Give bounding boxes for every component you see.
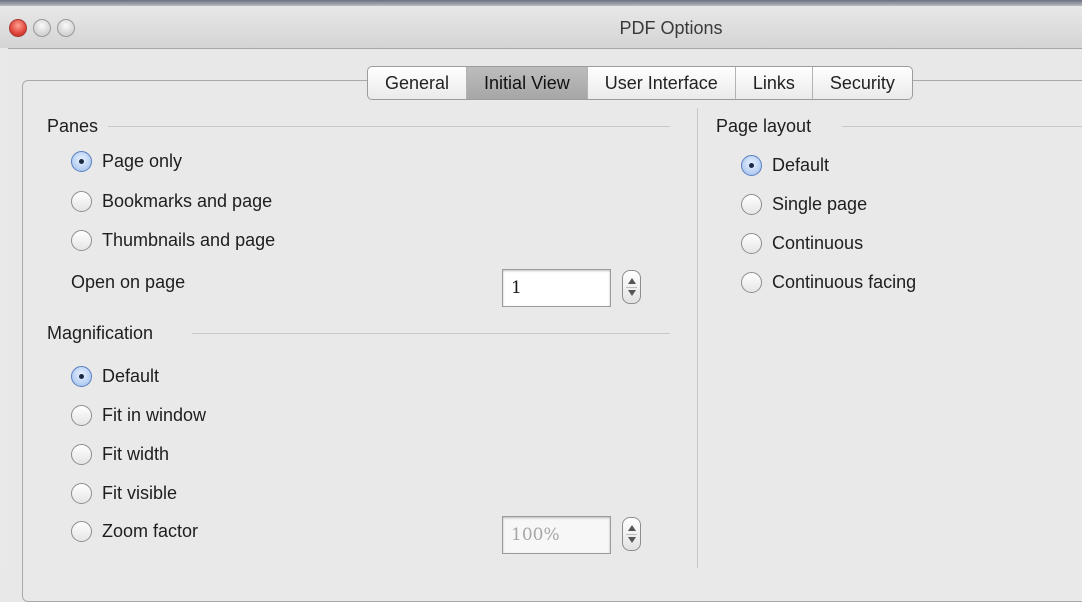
radio-unselected-icon (71, 444, 92, 465)
open-on-page-label: Open on page (71, 272, 186, 292)
radio-label: Zoom factor (102, 521, 199, 541)
radio-unselected-icon (71, 405, 92, 426)
magnification-group-label: Magnification (47, 323, 154, 343)
radio-fit-width[interactable]: Fit width (71, 444, 169, 465)
radio-unselected-icon (71, 483, 92, 504)
radio-label: Default (772, 155, 830, 175)
radio-label: Continuous facing (772, 272, 917, 292)
column-divider (697, 108, 698, 568)
radio-thumbnails-and-page[interactable]: Thumbnails and page (71, 230, 275, 251)
radio-label: Single page (772, 194, 868, 214)
radio-label: Fit width (102, 444, 170, 464)
page-layout-group-label: Page layout (716, 116, 812, 136)
tab-links[interactable]: Links (736, 67, 813, 99)
radio-unselected-icon (71, 230, 92, 251)
stepper-up-icon (628, 525, 636, 531)
page-layout-group-rule (842, 126, 1082, 127)
panes-group-label: Panes (47, 116, 99, 136)
radio-label: Fit in window (102, 405, 207, 425)
stepper-divider (626, 287, 637, 288)
radio-page-only[interactable]: Page only (71, 151, 182, 172)
magnification-group-rule (192, 333, 670, 334)
tab-security[interactable]: Security (813, 67, 912, 99)
tab-general[interactable]: General (368, 67, 468, 99)
radio-unselected-icon (71, 191, 92, 212)
zoom-factor-field[interactable]: 100% (502, 516, 611, 554)
radio-selected-icon (741, 155, 762, 176)
radio-label: Thumbnails and page (102, 230, 276, 250)
window-title: PDF Options (619, 18, 723, 38)
radio-selected-icon (71, 366, 92, 387)
title-bar-edge (0, 0, 1082, 6)
radio-label: Default (102, 366, 160, 386)
tab-initial-view[interactable]: Initial View (467, 67, 588, 99)
radio-label: Page only (102, 151, 183, 171)
stepper-down-icon (628, 290, 636, 296)
open-on-page-field[interactable]: 1 (502, 269, 611, 307)
radio-layout-default[interactable]: Default (741, 155, 829, 176)
radio-unselected-icon (741, 272, 762, 293)
radio-label: Continuous (772, 233, 864, 253)
radio-selected-icon (71, 151, 92, 172)
stepper-up-icon (628, 278, 636, 284)
radio-label: Fit visible (102, 483, 178, 503)
radio-zoom-factor[interactable]: Zoom factor (71, 521, 198, 542)
title-bar: PDF Options (0, 0, 1082, 49)
radio-label: Bookmarks and page (102, 191, 273, 211)
radio-continuous[interactable]: Continuous (741, 233, 863, 254)
zoom-factor-stepper[interactable] (622, 517, 641, 551)
open-on-page-stepper[interactable] (622, 270, 641, 304)
radio-unselected-icon (741, 233, 762, 254)
radio-bookmarks-and-page[interactable]: Bookmarks and page (71, 191, 272, 212)
radio-unselected-icon (71, 521, 92, 542)
stepper-divider (626, 534, 637, 535)
panes-group-rule (108, 126, 670, 127)
tab-user-interface[interactable]: User Interface (588, 67, 736, 99)
radio-fit-in-window[interactable]: Fit in window (71, 405, 206, 426)
tab-bar: General Initial View User Interface Link… (367, 66, 913, 100)
radio-single-page[interactable]: Single page (741, 194, 867, 215)
radio-magnification-default[interactable]: Default (71, 366, 159, 387)
radio-continuous-facing[interactable]: Continuous facing (741, 272, 916, 293)
radio-fit-visible[interactable]: Fit visible (71, 483, 177, 504)
left-edge (0, 48, 8, 568)
stepper-down-icon (628, 537, 636, 543)
radio-unselected-icon (741, 194, 762, 215)
